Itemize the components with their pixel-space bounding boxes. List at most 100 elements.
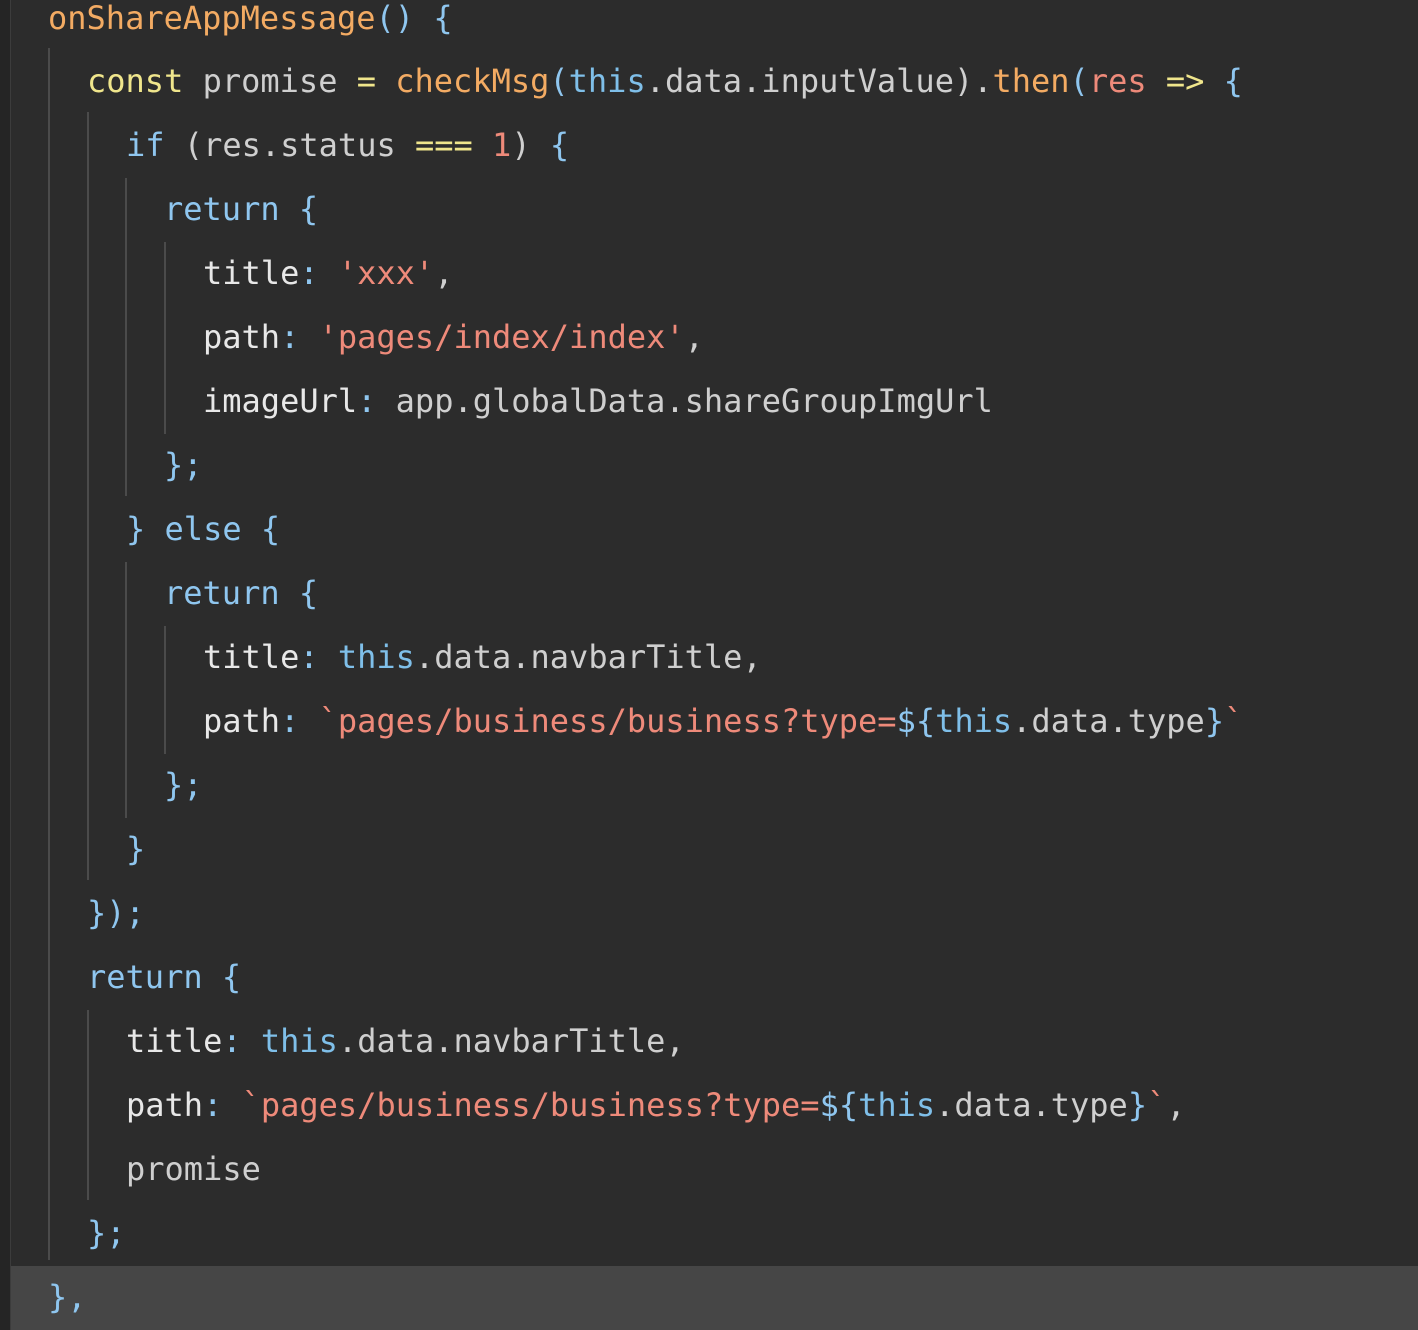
dot: . [260, 126, 281, 164]
keyword: return [164, 190, 280, 228]
code-line-current[interactable]: }, [48, 1277, 87, 1317]
this-keyword: this [337, 638, 415, 676]
code-line[interactable]: path: `pages/business/business?type=${th… [126, 1085, 1186, 1125]
brace: { [1223, 62, 1243, 100]
colon: : [280, 702, 300, 740]
closing-brace: }; [164, 766, 203, 804]
code-line[interactable]: if (res.status === 1) { [126, 125, 569, 165]
colon: : [280, 318, 300, 356]
object-key: path [126, 1086, 204, 1124]
paren: ( [549, 62, 569, 100]
code-line[interactable]: title: this.data.navbarTitle, [126, 1021, 685, 1061]
object-key: title [126, 1022, 223, 1060]
this-keyword: this [260, 1022, 338, 1060]
code-line[interactable]: }; [87, 1213, 126, 1253]
string-literal: 'xxx' [337, 254, 435, 292]
colon: : [299, 638, 319, 676]
closing-brace: }); [87, 894, 145, 932]
indent-guide [125, 562, 127, 818]
object-key: title [203, 254, 300, 292]
brace: { [298, 190, 319, 228]
closing-brace: }, [48, 1278, 87, 1316]
keyword: return [87, 958, 203, 996]
backtick: ` [1147, 1086, 1167, 1124]
member-expression: .data.type [935, 1086, 1128, 1124]
brace: { [298, 574, 319, 612]
code-line[interactable]: imageUrl: app.globalData.shareGroupImgUr… [203, 381, 993, 421]
code-line[interactable]: return { [87, 957, 241, 997]
code-line[interactable]: } else { [126, 509, 280, 549]
keyword: else [164, 510, 242, 548]
parens: () [375, 0, 415, 37]
closing-brace: }; [164, 446, 203, 484]
backtick: ` [1224, 702, 1244, 740]
operator: === [414, 126, 473, 164]
indent-guide [125, 178, 127, 496]
gutter-divider [10, 0, 11, 1330]
keyword: return [164, 574, 280, 612]
template-string: `pages/business/business?type= [318, 702, 897, 740]
code-line[interactable]: title: this.data.navbarTitle, [203, 637, 762, 677]
operator: = [356, 62, 376, 100]
identifier: status [280, 126, 396, 164]
brace: { [433, 0, 453, 37]
paren: ) [511, 126, 531, 164]
member-expression: app.globalData.shareGroupImgUrl [395, 382, 993, 420]
identifier: res [203, 126, 261, 164]
dot: . [645, 62, 665, 100]
editor-gutter [0, 0, 10, 1330]
colon: : [203, 1086, 223, 1124]
object-key: imageUrl [203, 382, 358, 420]
code-line[interactable]: title: 'xxx', [203, 253, 453, 293]
code-line[interactable]: } [126, 829, 145, 869]
code-line[interactable]: return { [164, 189, 318, 229]
this-keyword: this [858, 1086, 936, 1124]
method-call: then [992, 62, 1070, 100]
paren: ) [953, 62, 974, 100]
indent-guide [87, 112, 89, 880]
function-call: checkMsg [395, 62, 550, 100]
template-close: } [1127, 1086, 1148, 1124]
closing-brace: } [126, 830, 146, 868]
template-open: ${ [896, 702, 936, 740]
closing-brace: } [126, 510, 146, 548]
comma: , [1166, 1086, 1186, 1124]
code-line[interactable]: const promise = checkMsg(this.data.input… [87, 61, 1243, 101]
keyword: const [87, 62, 184, 100]
code-line[interactable]: }; [164, 765, 203, 805]
dot: . [973, 62, 993, 100]
keyword: if [126, 126, 165, 164]
paren: ( [1069, 62, 1089, 100]
brace: { [260, 510, 281, 548]
code-line[interactable]: path: `pages/business/business?type=${th… [203, 701, 1243, 741]
template-close: } [1204, 702, 1225, 740]
code-line[interactable]: promise [126, 1149, 261, 1189]
number-literal: 1 [492, 126, 512, 164]
brace: { [549, 126, 570, 164]
comma: , [742, 638, 762, 676]
comma: , [684, 318, 704, 356]
code-line[interactable]: onShareAppMessage() { [48, 0, 453, 38]
template-open: ${ [819, 1086, 859, 1124]
template-string: `pages/business/business?type= [241, 1086, 820, 1124]
this-keyword: this [568, 62, 646, 100]
string-literal: 'pages/index/index' [318, 318, 685, 356]
colon: : [357, 382, 377, 420]
code-line[interactable]: }); [87, 893, 145, 933]
this-keyword: this [935, 702, 1013, 740]
brace: { [221, 958, 242, 996]
parameter: res [1088, 62, 1147, 100]
indent-guide [87, 1010, 89, 1200]
indent-guide [164, 626, 166, 754]
member-expression: .data.navbarTitle [337, 1022, 666, 1060]
code-line[interactable]: return { [164, 573, 318, 613]
current-line-highlight [11, 1266, 1418, 1330]
indent-guide [164, 242, 166, 434]
code-editor[interactable]: onShareAppMessage() { const promise = ch… [0, 0, 1418, 1330]
member-expression: .data.navbarTitle [414, 638, 743, 676]
arrow-operator: => [1165, 62, 1205, 100]
indent-guide [48, 48, 50, 1260]
code-line[interactable]: }; [164, 445, 203, 485]
object-key: path [203, 702, 281, 740]
code-line[interactable]: path: 'pages/index/index', [203, 317, 704, 357]
